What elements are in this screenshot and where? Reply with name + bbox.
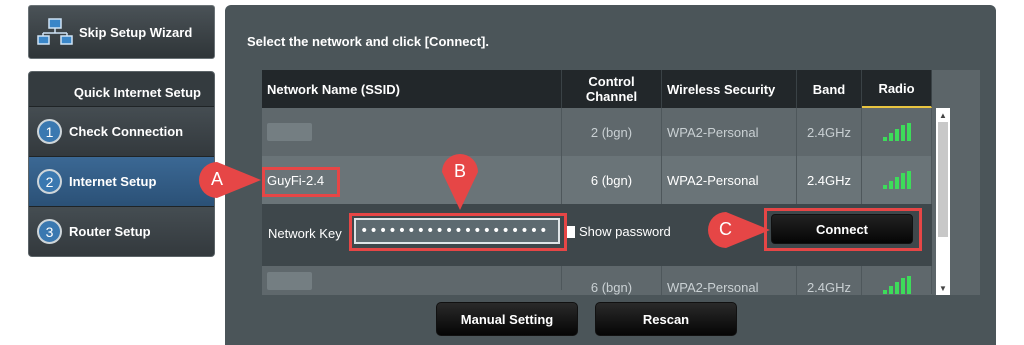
header-channel-line2: Channel [585, 89, 638, 104]
show-password-toggle[interactable]: Show password [567, 224, 671, 239]
step-number: 1 [37, 119, 62, 144]
cell-ssid [262, 108, 562, 156]
table-scrollbar[interactable]: ▲ ▼ [936, 108, 950, 295]
connect-highlight-box [764, 208, 922, 251]
skip-setup-wizard-label: Skip Setup Wizard [79, 24, 193, 40]
cell-band: 2.4GHz [797, 108, 862, 156]
step-number: 2 [37, 169, 62, 194]
header-wireless-security[interactable]: Wireless Security [662, 70, 797, 108]
cell-radio [862, 156, 932, 204]
callout-b-label: B [454, 161, 467, 181]
header-control-channel[interactable]: Control Channel [562, 70, 662, 108]
ssid-highlight-box [262, 167, 340, 197]
signal-strength-icon [882, 171, 911, 189]
quick-internet-setup-panel: Quick Internet Setup 1 Check Connection … [28, 71, 215, 257]
callout-a-marker-icon [199, 162, 261, 198]
main-panel: Select the network and click [Connect]. … [225, 5, 996, 345]
network-icon [37, 18, 73, 45]
callout-b: B [440, 152, 480, 212]
network-key-row: Network Key •••••••••••••••••••• Show pa… [262, 204, 932, 266]
instruction-text: Select the network and click [Connect]. [247, 34, 489, 49]
cell-channel: 2 (bgn) [562, 108, 662, 156]
network-key-label: Network Key [268, 226, 342, 241]
rescan-button[interactable]: Rescan [595, 302, 737, 336]
panel-title: Quick Internet Setup [73, 84, 201, 100]
redacted-ssid [267, 272, 312, 290]
callout-a: A [197, 160, 263, 200]
signal-strength-icon [882, 276, 911, 294]
redacted-ssid [267, 123, 312, 141]
cell-radio [862, 266, 932, 294]
step-router-setup[interactable]: 3 Router Setup [29, 206, 214, 256]
header-radio[interactable]: Radio [862, 70, 932, 108]
header-band[interactable]: Band [797, 70, 862, 108]
table-header: Network Name (SSID) Control Channel Wirel… [262, 70, 932, 108]
callout-a-label: A [211, 169, 224, 189]
cell-security: WPA2-Personal [662, 108, 797, 156]
callout-c-marker-icon [708, 212, 770, 248]
header-channel-line1: Control [588, 74, 635, 89]
step-check-connection[interactable]: 1 Check Connection [29, 106, 214, 156]
scroll-thumb[interactable] [938, 122, 948, 237]
show-password-checkbox[interactable] [567, 225, 575, 238]
step-label: Internet Setup [69, 174, 157, 189]
callout-c-label: C [719, 219, 732, 239]
table-row[interactable]: 2 (bgn) WPA2-Personal 2.4GHz [262, 108, 932, 156]
cell-channel: 6 (bgn) [562, 156, 662, 204]
step-label: Check Connection [69, 124, 184, 139]
cell-ssid [262, 266, 562, 290]
step-internet-setup[interactable]: 2 Internet Setup [29, 156, 214, 206]
skip-setup-wizard-button[interactable]: Skip Setup Wizard [28, 5, 215, 59]
step-number: 3 [37, 219, 62, 244]
cell-security: WPA2-Personal [662, 156, 797, 204]
network-table: Network Name (SSID) Control Channel Wirel… [262, 70, 980, 295]
cell-security: WPA2-Personal [662, 266, 797, 295]
scroll-up-icon[interactable]: ▲ [936, 108, 950, 122]
signal-strength-icon [882, 123, 911, 141]
table-row[interactable]: 6 (bgn) WPA2-Personal 2.4GHz [262, 266, 932, 295]
cell-radio [862, 108, 932, 156]
cell-band: 2.4GHz [797, 156, 862, 204]
table-row-selected[interactable]: GuyFi-2.4 6 (bgn) WPA2-Personal 2.4GHz [262, 156, 932, 204]
manual-setting-button[interactable]: Manual Setting [436, 302, 578, 336]
step-label: Router Setup [69, 224, 151, 239]
callout-c: C [706, 210, 772, 250]
cell-channel: 6 (bgn) [562, 266, 662, 295]
show-password-label: Show password [579, 224, 671, 239]
cell-band: 2.4GHz [797, 266, 862, 295]
key-highlight-box [349, 213, 567, 251]
header-ssid[interactable]: Network Name (SSID) [262, 70, 562, 108]
scroll-down-icon[interactable]: ▼ [936, 281, 950, 295]
